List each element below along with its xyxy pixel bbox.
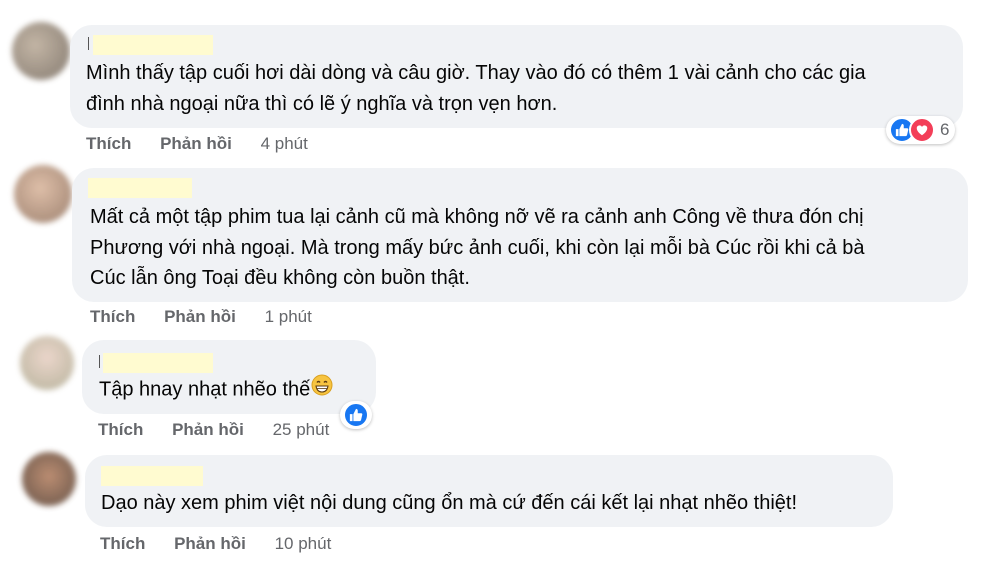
grinning-emoji-icon xyxy=(311,374,333,406)
reply-link[interactable]: Phản hồi xyxy=(172,420,244,440)
reaction-count: 6 xyxy=(940,120,950,139)
author-name-cursor xyxy=(99,355,100,368)
author-name-redacted[interactable] xyxy=(103,353,213,373)
author-name-redacted[interactable] xyxy=(101,466,203,486)
timestamp[interactable]: 10 phút xyxy=(275,534,332,554)
author-name-redacted[interactable] xyxy=(93,35,213,55)
reaction-summary[interactable]: 6 xyxy=(886,116,956,144)
avatar[interactable] xyxy=(20,336,74,390)
reply-link[interactable]: Phản hồi xyxy=(164,307,236,327)
timestamp[interactable]: 4 phút xyxy=(261,134,308,154)
comment-text-line: Tập hnay nhạt nhẽo thế xyxy=(99,374,333,406)
comment-text: Tập hnay nhạt nhẽo thế xyxy=(99,378,311,401)
reply-link[interactable]: Phản hồi xyxy=(160,134,232,154)
author-name-redacted[interactable] xyxy=(88,178,192,198)
comment-actions: Thích Phản hồi 25 phút xyxy=(98,420,353,440)
author-name-cursor xyxy=(88,37,89,50)
comment-actions: Thích Phản hồi 10 phút xyxy=(100,534,355,554)
comment-actions: Thích Phản hồi 4 phút xyxy=(86,134,332,154)
comment-actions: Thích Phản hồi 1 phút xyxy=(90,307,336,327)
reply-link[interactable]: Phản hồi xyxy=(174,534,246,554)
timestamp[interactable]: 25 phút xyxy=(273,420,330,440)
love-reaction-icon xyxy=(909,117,935,143)
avatar[interactable] xyxy=(22,452,76,506)
avatar[interactable] xyxy=(12,22,70,80)
timestamp[interactable]: 1 phút xyxy=(265,307,312,327)
comment-text-line: Dạo này xem phim việt nội dung cũng ổn m… xyxy=(101,492,798,514)
like-link[interactable]: Thích xyxy=(90,307,135,327)
comment-text-line: Cúc lẫn ông Toại đều không còn buồn thật… xyxy=(90,267,470,289)
comment-text-line: Mất cả một tập phim tua lại cảnh cũ mà k… xyxy=(90,206,864,228)
like-link[interactable]: Thích xyxy=(98,420,143,440)
avatar[interactable] xyxy=(14,165,72,223)
like-link[interactable]: Thích xyxy=(86,134,131,154)
like-link[interactable]: Thích xyxy=(100,534,145,554)
comment-text-line: đình nhà ngoại nữa thì có lẽ ý nghĩa và … xyxy=(86,93,558,115)
comment-text-line: Mình thấy tập cuối hơi dài dòng và câu g… xyxy=(86,62,866,84)
comment-text-line: Phương với nhà ngoại. Mà trong mấy bức ả… xyxy=(90,237,865,259)
